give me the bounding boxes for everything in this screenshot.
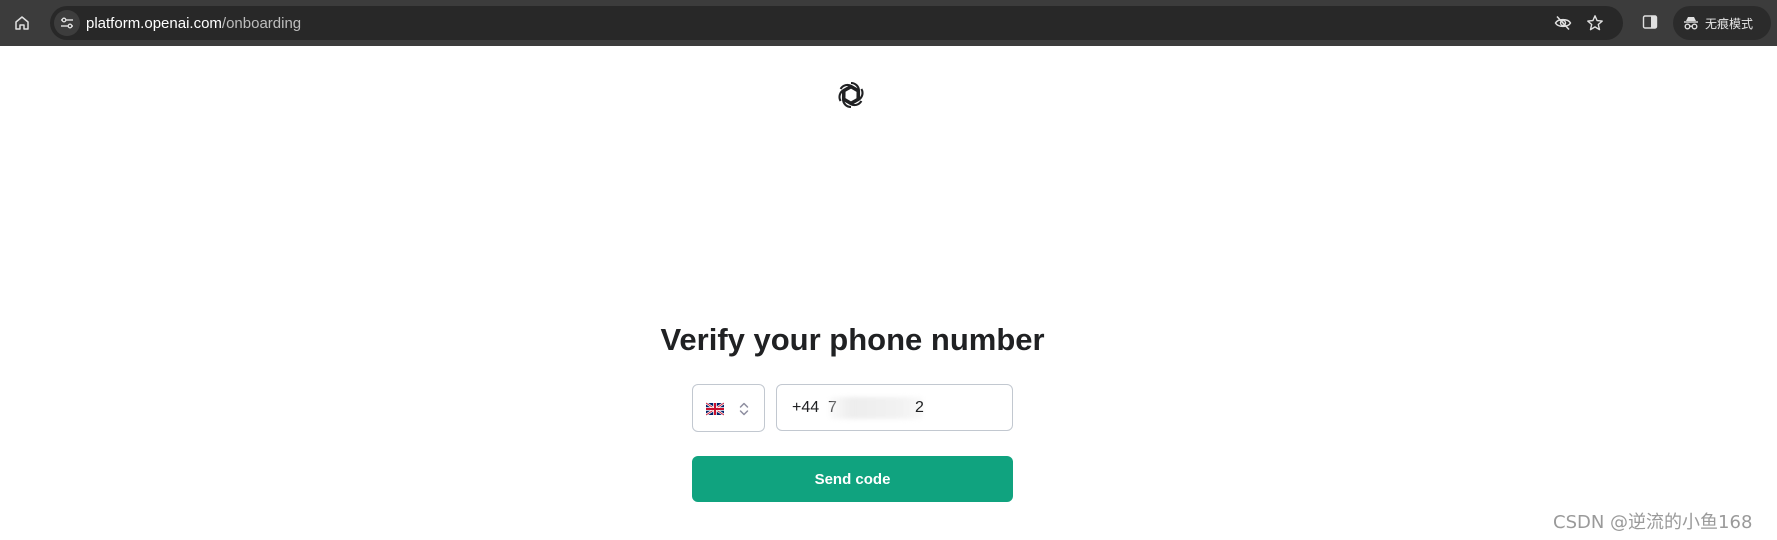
incognito-indicator[interactable]: 无痕模式 [1673,6,1771,40]
star-icon [1587,15,1603,31]
openai-logo [838,81,864,109]
watermark: CSDN @逆流的小鱼168 [1553,512,1753,533]
address-bar[interactable]: platform.openai.com/onboarding [50,6,1623,40]
phone-number-field[interactable]: 2 [776,384,1013,431]
home-button[interactable] [10,11,34,35]
send-code-button[interactable]: Send code [692,456,1013,502]
home-icon [15,16,29,30]
eye-off-icon [1554,15,1572,31]
site-info-button[interactable] [54,10,80,36]
tune-icon [61,17,73,29]
incognito-label: 无痕模式 [1705,16,1754,31]
uk-flag-icon [706,402,724,416]
country-code-select[interactable] [692,384,765,432]
page-title: Verify your phone number [660,322,1045,357]
side-panel-button[interactable] [1640,12,1660,32]
bookmark-button[interactable] [1585,13,1605,33]
redacted-digits [829,397,923,419]
url-domain: platform.openai.com [86,15,222,32]
url-text[interactable]: platform.openai.com/onboarding [86,15,301,32]
chevron-up-down-icon [739,402,749,416]
url-path: /onboarding [221,15,302,32]
phone-number-tail: 2 [915,399,924,416]
side-panel-icon [1642,15,1658,29]
tracking-protection-button[interactable] [1553,13,1573,33]
incognito-icon [1684,17,1698,30]
browser-toolbar: platform.openai.com/onboarding 无痕模式 [0,0,1777,46]
